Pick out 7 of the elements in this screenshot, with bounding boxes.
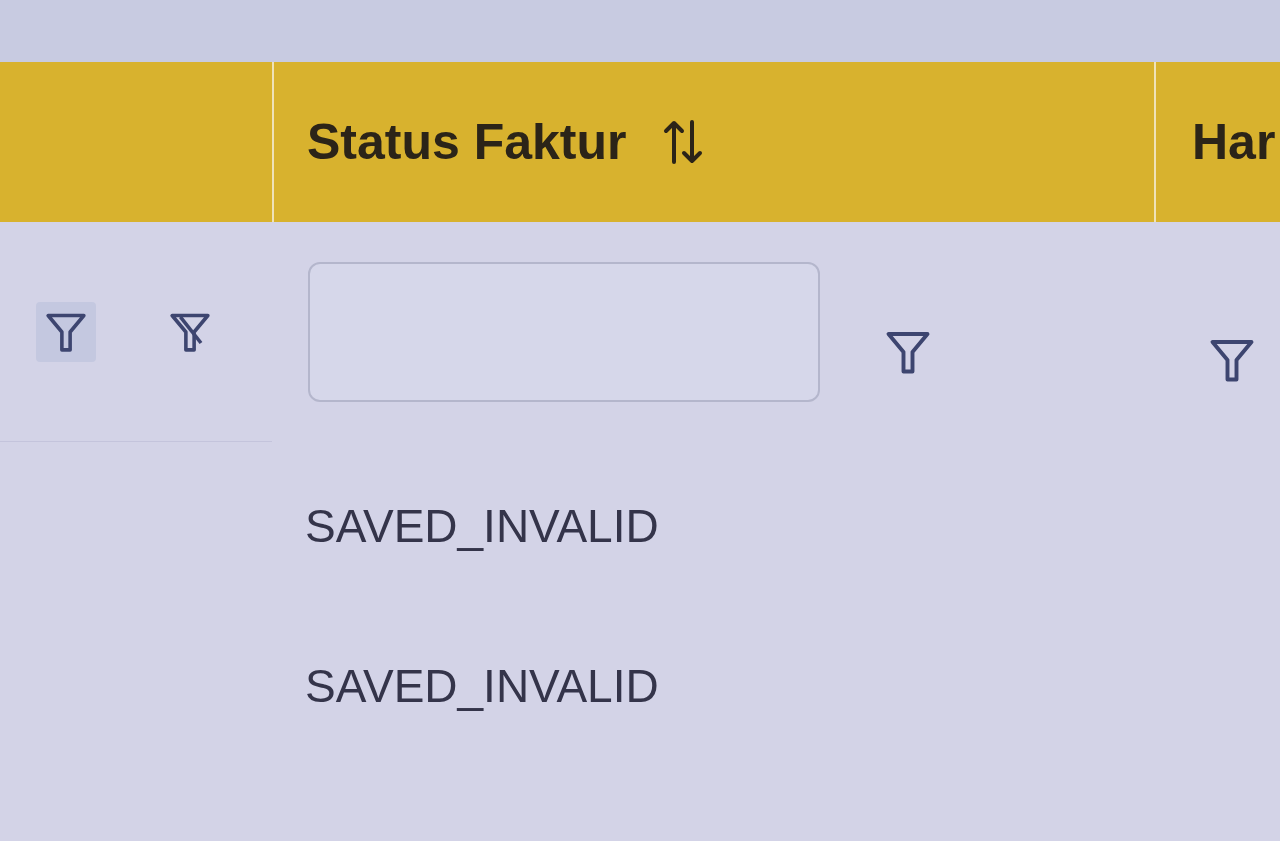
filter-input[interactable] — [308, 262, 820, 402]
table-cell: SAVED_INVALID — [305, 659, 659, 712]
sort-icon[interactable] — [662, 120, 703, 164]
column-header[interactable]: Status Faktur — [307, 104, 627, 180]
column-header[interactable]: Har — [1192, 104, 1276, 180]
table-cell: SAVED_INVALID — [305, 499, 659, 552]
filter-button[interactable] — [36, 301, 96, 362]
